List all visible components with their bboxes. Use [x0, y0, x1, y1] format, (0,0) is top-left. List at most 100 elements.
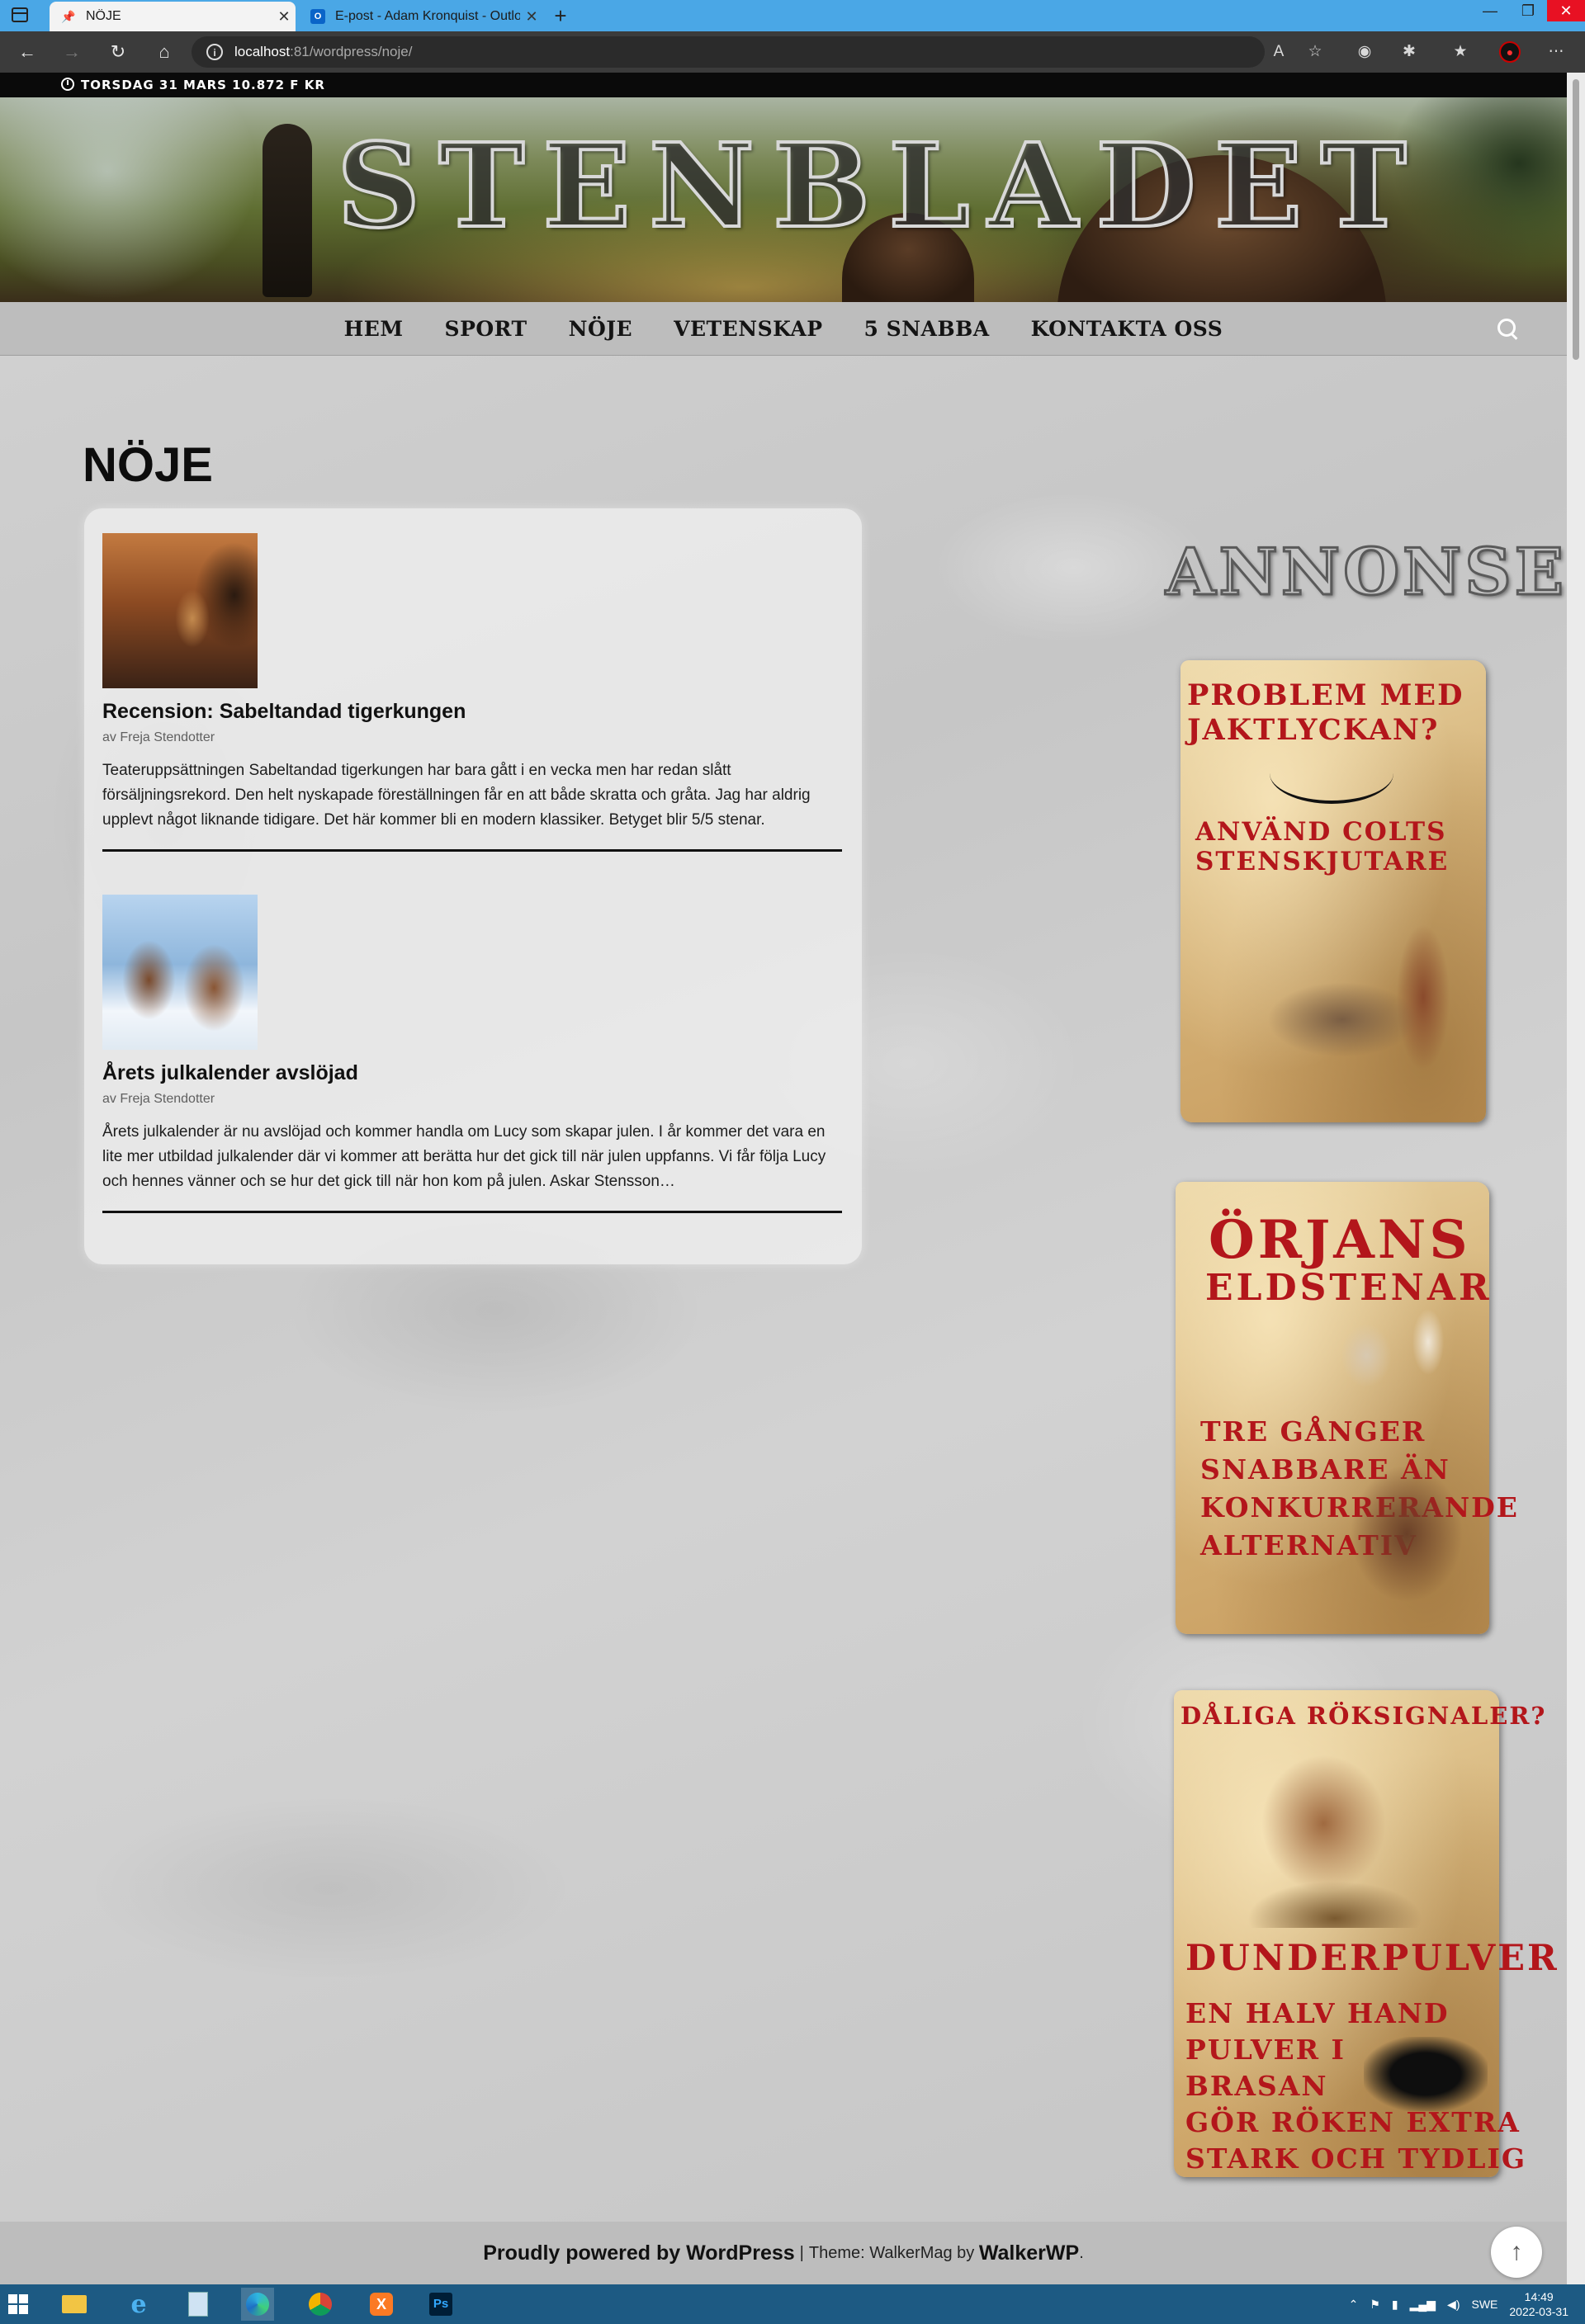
post-author: av Freja Stendotter [102, 730, 215, 744]
ad-slingshot[interactable]: PROBLEM MED JAKTLYCKAN? ANVÄND COLTS STE… [1180, 660, 1486, 1122]
reload-icon[interactable]: ↻ [106, 40, 130, 64]
address-toolbar: ← → ↻ ⌂ i localhost:81/wordpress/noje/ A… [0, 31, 1585, 73]
read-aloud-icon[interactable]: A [1268, 41, 1289, 63]
smoke-signal-illustration [1223, 1738, 1446, 1928]
clock-icon [61, 78, 74, 91]
back-icon[interactable]: ← [15, 40, 40, 64]
powder-pile-illustration [1364, 2037, 1488, 2111]
browser-tab-bar: 📌 NÖJE ✕ O E-post - Adam Kronquist - Out… [0, 0, 1585, 31]
tab-actions-icon[interactable] [12, 7, 28, 22]
tab-noje[interactable]: 📌 NÖJE ✕ [50, 2, 296, 31]
new-tab-button[interactable]: + [548, 3, 573, 29]
notepad-icon[interactable] [182, 2288, 215, 2321]
profile-avatar-icon[interactable]: ● [1499, 41, 1521, 63]
url-path: :81/wordpress/noje/ [290, 44, 413, 59]
post-thumbnail[interactable] [102, 895, 258, 1050]
home-icon[interactable]: ⌂ [152, 40, 177, 64]
windows-start-icon[interactable] [8, 2294, 28, 2314]
show-hidden-icons-icon[interactable]: ⌃ [1349, 2298, 1359, 2312]
site-logo[interactable]: STENBLADET [335, 112, 1408, 261]
network-icon[interactable]: ▂▄▆ [1410, 2298, 1436, 2312]
page-scrollbar[interactable] [1567, 73, 1585, 2284]
xampp-icon[interactable]: X [365, 2288, 398, 2321]
clock-display[interactable]: 14:49 2022-03-31 [1509, 2289, 1568, 2319]
site-footer: Proudly powered by WordPress | Theme: Wa… [0, 2222, 1567, 2284]
close-tab-icon[interactable]: ✕ [520, 8, 543, 26]
ad-subheadline: ELDSTENAR [1205, 1267, 1493, 1309]
system-tray: ⌃ ⚑ ▮ ▂▄▆ ◀) SWE 14:49 2022-03-31 [1349, 2288, 1568, 2321]
nav-item-kontakta-oss[interactable]: KONTAKTA OSS [1031, 317, 1223, 341]
ad-headline: DÅLIGA RÖKSIGNALER? [1180, 1702, 1547, 1730]
date-bar: TORSDAG 31 MARS 10.872 F KR [0, 73, 1567, 97]
post-excerpt: Teateruppsättningen Sabeltandad tigerkun… [102, 762, 811, 829]
post-thumbnail[interactable] [102, 533, 258, 688]
tab-outlook[interactable]: O E-post - Adam Kronquist - Outlo ✕ [299, 2, 543, 31]
theme-author-link[interactable]: WalkerWP [979, 2241, 1079, 2265]
ad-headline: ÖRJANS [1209, 1209, 1471, 1271]
minimize-icon[interactable]: — [1471, 0, 1509, 21]
more-menu-icon[interactable]: ⋯ [1545, 41, 1567, 63]
post-author: av Freja Stendotter [102, 1092, 215, 1106]
ad-headline: PROBLEM MED JAKTLYCKAN? [1187, 678, 1464, 747]
cavemen-illustration [1316, 1429, 1481, 1619]
ad-tagline: ANVÄND COLTS STENSKJUTARE [1195, 817, 1450, 876]
ad-product-name: DUNDERPULVER [1185, 1938, 1559, 1979]
post-title-link[interactable]: Årets julkalender avslöjad [102, 1061, 842, 1085]
post-title-link[interactable]: Recension: Sabeltandad tigerkungen [102, 700, 842, 724]
internet-explorer-icon[interactable]: e [122, 2288, 155, 2321]
footer-separator: | [799, 2243, 804, 2262]
powered-by-link[interactable]: Proudly powered by WordPress [483, 2241, 794, 2265]
chrome-icon[interactable] [304, 2288, 337, 2321]
list-item: Recension: Sabeltandad tigerkungen av Fr… [102, 533, 842, 852]
scrollbar-thumb[interactable] [1573, 79, 1579, 360]
flint-stones-illustration [1329, 1306, 1453, 1396]
search-icon[interactable] [1497, 319, 1516, 337]
photoshop-icon[interactable]: Ps [424, 2288, 457, 2321]
ad-thunder-powder[interactable]: DÅLIGA RÖKSIGNALER? DUNDERPULVER EN HALV… [1174, 1690, 1557, 2177]
tab-title: E-post - Adam Kronquist - Outlo [335, 9, 520, 23]
address-field[interactable]: i localhost:81/wordpress/noje/ [192, 36, 1265, 68]
clock-time: 14:49 [1524, 2290, 1554, 2303]
nav-item-5-snabba[interactable]: 5 SNABBA [864, 317, 990, 341]
forward-icon[interactable]: → [59, 40, 84, 64]
close-tab-icon[interactable]: ✕ [272, 8, 296, 26]
restore-icon[interactable]: ❐ [1509, 0, 1547, 21]
nav-item-hem[interactable]: HEM [344, 317, 404, 341]
url-host: localhost [234, 44, 291, 59]
divider [102, 849, 842, 852]
windows-taskbar: e X Ps ⌃ ⚑ ▮ ▂▄▆ ◀) SWE 14:49 2022-03-31 [0, 2284, 1585, 2324]
add-favorite-icon[interactable]: ☆ [1304, 41, 1326, 63]
edge-browser-icon[interactable] [241, 2288, 274, 2321]
close-window-icon[interactable]: ✕ [1547, 0, 1585, 21]
post-list: Recension: Sabeltandad tigerkungen av Fr… [84, 508, 862, 1264]
outlook-icon: O [310, 9, 325, 24]
site-info-icon[interactable]: i [206, 44, 223, 60]
current-date: TORSDAG 31 MARS 10.872 F KR [81, 78, 325, 92]
site-header-banner[interactable]: STENBLADET [0, 97, 1567, 320]
page-title: NÖJE [83, 438, 213, 492]
nav-item-vetenskap[interactable]: VETENSKAP [674, 317, 822, 341]
footer-period: . [1079, 2243, 1084, 2262]
scroll-to-top-button[interactable]: ↑ [1491, 2227, 1542, 2278]
cave-painting-illustration [1270, 743, 1393, 804]
battery-icon[interactable]: ▮ [1392, 2298, 1398, 2312]
main-navigation: HEM SPORT NÖJE VETENSKAP 5 SNABBA KONTAK… [0, 302, 1567, 356]
theme-credit: Theme: WalkerMag by [808, 2243, 975, 2262]
ad-flintstones[interactable]: ÖRJANS ELDSTENAR TRE GÅNGER SNABBARE ÄN … [1176, 1182, 1517, 1634]
extension-icon[interactable]: ◉ [1354, 41, 1375, 63]
page-viewport: TORSDAG 31 MARS 10.872 F KR STENBLADET H… [0, 73, 1567, 2284]
flag-icon[interactable]: ⚑ [1370, 2298, 1380, 2312]
divider [102, 1211, 842, 1213]
clock-date: 2022-03-31 [1509, 2305, 1568, 2318]
language-indicator[interactable]: SWE [1471, 2298, 1497, 2311]
extensions-icon[interactable]: ✱ [1398, 41, 1420, 63]
list-item: Årets julkalender avslöjad av Freja Sten… [102, 895, 842, 1213]
nav-item-sport[interactable]: SPORT [445, 317, 528, 341]
volume-icon[interactable]: ◀) [1447, 2298, 1460, 2312]
sidebar-title: ANNONSER [1165, 534, 1568, 612]
post-excerpt: Årets julkalender är nu avslöjad och kom… [102, 1123, 826, 1190]
nav-item-noje[interactable]: NÖJE [569, 317, 633, 341]
file-explorer-icon[interactable] [58, 2288, 91, 2321]
wordpress-pin-icon: 📌 [61, 9, 76, 23]
favorites-icon[interactable]: ★ [1450, 41, 1471, 63]
